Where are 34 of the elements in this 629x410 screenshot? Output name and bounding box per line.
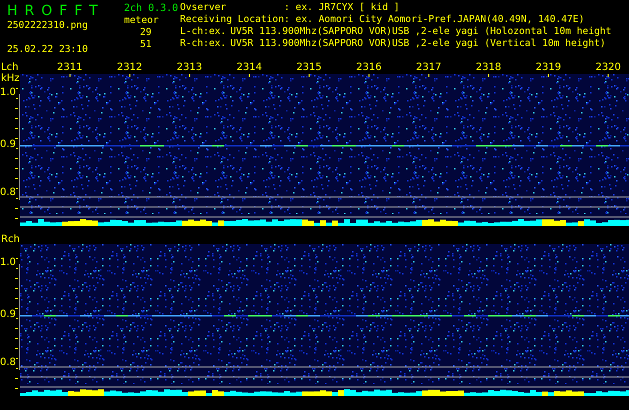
time-label: 2320 [595,62,621,74]
info-value: UV5R 113.900Mhz(SAPPORO VOR)USB ,2-ele yagi (Holozontal 10m height [230,26,612,38]
meteor-label: meteor [124,15,160,27]
file-name: 2502222310.png [7,20,89,32]
axis-label: 0.9 [0,139,16,151]
info-value: : ex. JR7CYX [ kid ] [284,2,400,14]
axis-label: 1.0 [0,257,16,269]
channel-label: Rch [1,234,20,245]
axis-label: 0.9 [0,309,16,321]
time-label: 2318 [476,62,502,74]
info-label: R-ch:ex. [180,38,228,50]
info-label: Ovserver [180,2,228,14]
time-label: 2314 [236,62,262,74]
time-label: 2317 [416,62,442,74]
time-label: 2316 [356,62,382,74]
info-value: UV5R 113.900Mhz(SAPPORO VOR)USB ,2-ele yagi (Vertical 10m height) [230,38,606,50]
channel-label: Lch [1,62,20,73]
info-label: Receiving Location [180,14,284,26]
info-value: : ex. Aomori City Aomori-Pref.JAPAN(40.49N, 140.47E) [284,14,584,26]
meteor-count: 51 [140,39,153,51]
meteor-count: 29 [140,27,153,39]
app-title: HROFFT [7,2,106,20]
version-label: 2ch 0.3.0 [124,2,180,15]
time-label: 2313 [176,62,202,74]
date-time: 25.02.22 23:10 [7,44,89,56]
axis-label: 1.0 [0,87,16,99]
time-label: 2315 [296,62,322,74]
unit-label: kHz [1,73,20,84]
time-label: 2311 [57,62,82,74]
time-label: 2312 [116,62,142,74]
info-label: L-ch:ex. [180,26,228,38]
time-label: 2319 [536,62,562,74]
axis-label: 0.8 [0,357,16,369]
axis-label: 0.8 [0,187,16,199]
